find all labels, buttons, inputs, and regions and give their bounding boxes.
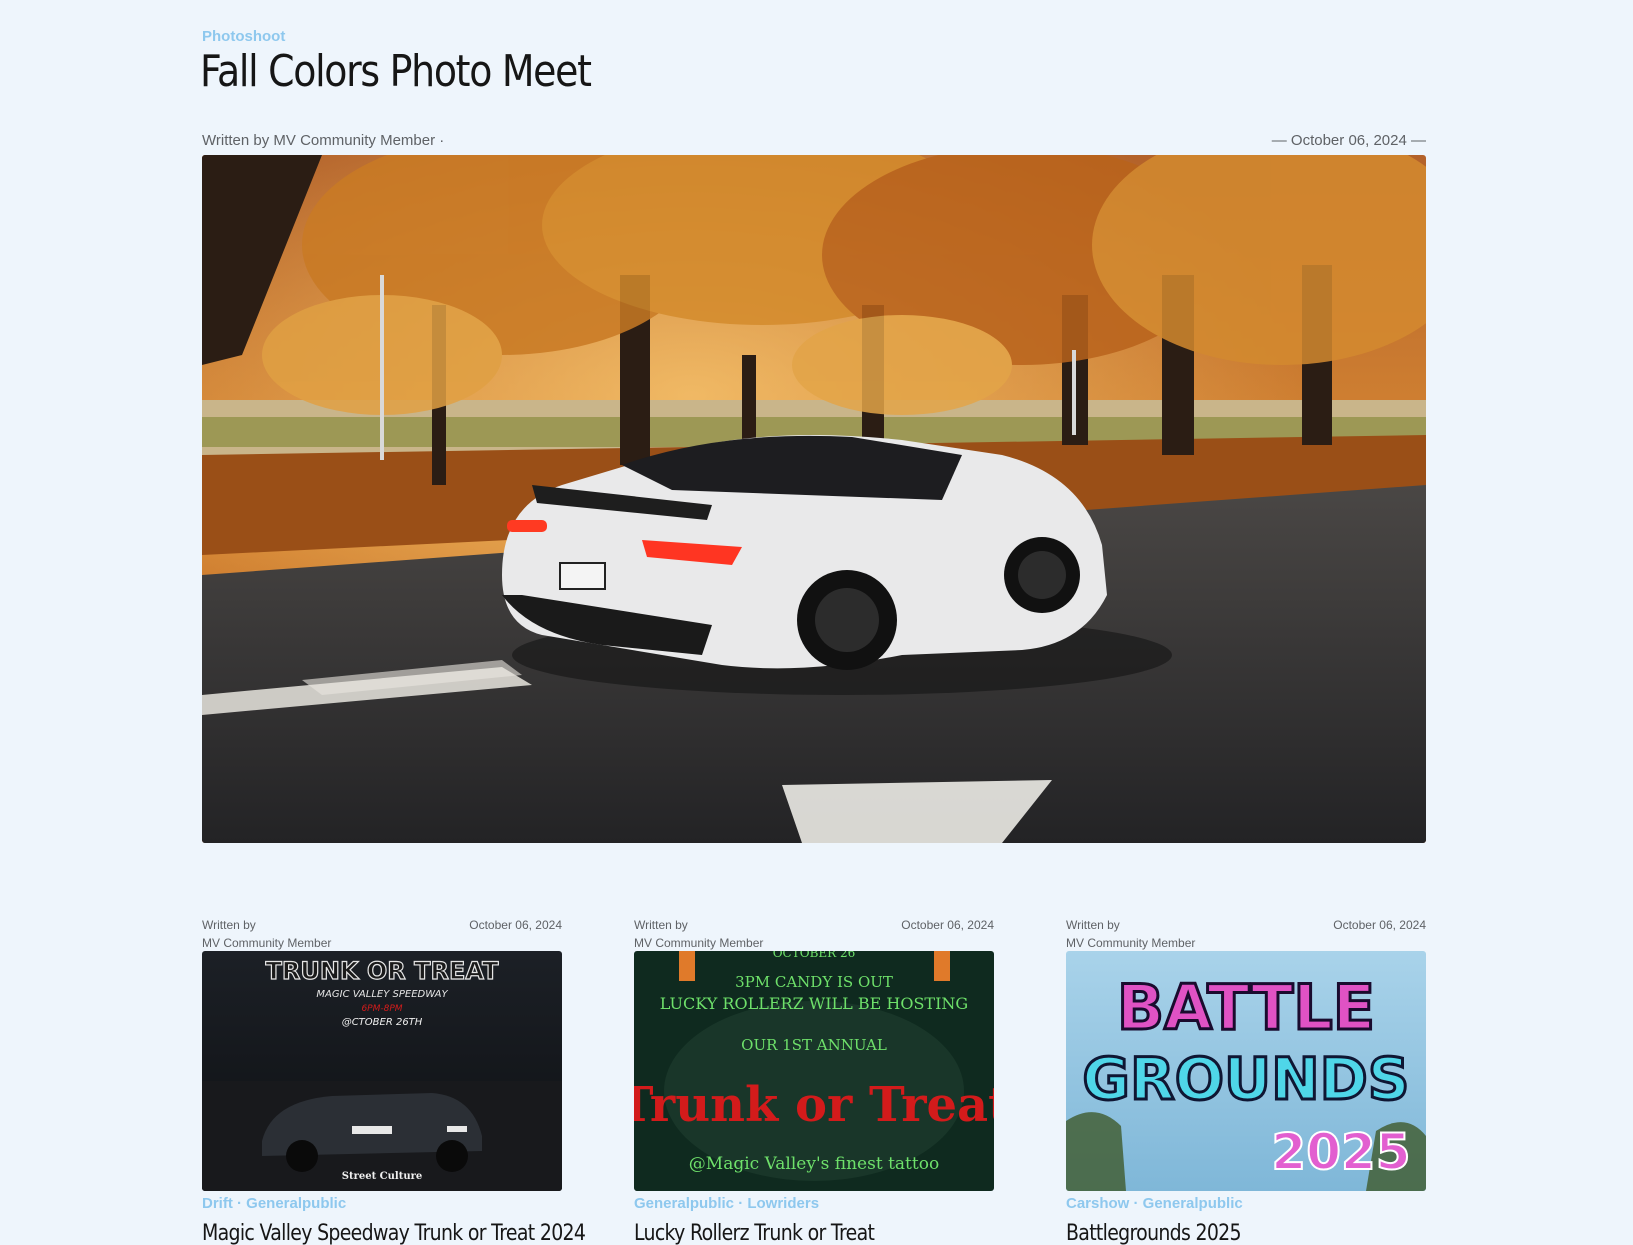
flyer-line-1: 3PM CANDY IS OUT xyxy=(735,973,893,991)
card-meta: Written by MV Community Member October 0… xyxy=(634,916,994,951)
flyer-line-3: OUR 1ST ANNUAL xyxy=(741,1036,887,1054)
card-date: October 06, 2024 xyxy=(1333,918,1426,932)
card-image-battlegrounds-logo[interactable]: BATTLE GROUNDS 2025 xyxy=(1066,951,1426,1191)
flyer-headline: Trunk or Treat xyxy=(634,1077,994,1133)
card-title[interactable]: Battlegrounds 2025 xyxy=(1066,1221,1376,1245)
post-date: — October 06, 2024 — xyxy=(1271,132,1426,149)
logo-line-1: BATTLE xyxy=(1117,971,1375,1044)
post-meta: Written by MV Community Member · — Octob… xyxy=(202,132,1426,149)
card-image-lucky-rollerz-flyer[interactable]: OCTOBER 26 3PM CANDY IS OUT LUCKY ROLLER… xyxy=(634,951,994,1191)
card-written-by: Written by xyxy=(1066,918,1120,932)
related-post-card[interactable]: Written by MV Community Member October 0… xyxy=(202,916,586,1245)
flyer-line-4: @Magic Valley's finest tattoo xyxy=(689,1154,939,1174)
card-title[interactable]: Lucky Rollerz Trunk or Treat xyxy=(634,1221,944,1245)
post-category-link[interactable]: Photoshoot xyxy=(202,28,285,45)
related-post-card[interactable]: Written by MV Community Member October 0… xyxy=(1066,916,1426,1245)
flyer-venue: MAGIC VALLEY SPEEDWAY xyxy=(316,989,448,1000)
card-tags[interactable]: Drift · Generalpublic xyxy=(202,1195,562,1215)
card-title[interactable]: Magic Valley Speedway Trunk or Treat 202… xyxy=(202,1221,586,1245)
related-posts: Written by MV Community Member October 0… xyxy=(202,916,1426,1245)
hero-image xyxy=(202,155,1426,843)
flyer-footer: Street Culture xyxy=(342,1171,422,1182)
flyer-line-2: LUCKY ROLLERZ WILL BE HOSTING xyxy=(660,994,968,1013)
card-written-by: Written by xyxy=(202,918,256,932)
card-date: October 06, 2024 xyxy=(469,918,562,932)
flyer-top-date: OCTOBER 26 xyxy=(773,951,856,960)
card-author: MV Community Member xyxy=(1066,936,1196,950)
card-written-by: Written by xyxy=(634,918,688,932)
article-page: Photoshoot Fall Colors Photo Meet Writte… xyxy=(0,0,1633,1245)
card-meta: Written by MV Community Member October 0… xyxy=(202,916,562,951)
card-tags[interactable]: Carshow · Generalpublic xyxy=(1066,1195,1426,1215)
flyer-headline: TRUNK OR TREAT xyxy=(266,957,500,985)
card-author: MV Community Member xyxy=(634,936,764,950)
page-title: Fall Colors Photo Meet xyxy=(200,46,592,97)
flyer-date: @CTOBER 26TH xyxy=(342,1017,423,1028)
logo-line-2: GROUNDS xyxy=(1082,1045,1409,1113)
post-byline: Written by MV Community Member · xyxy=(202,132,445,149)
card-tags[interactable]: Generalpublic · Lowriders xyxy=(634,1195,994,1215)
card-image-trunk-or-treat-flyer[interactable]: TRUNK OR TREAT MAGIC VALLEY SPEEDWAY 6PM… xyxy=(202,951,562,1191)
flyer-time: 6PM-8PM xyxy=(361,1004,402,1014)
logo-year: 2025 xyxy=(1271,1123,1410,1181)
card-meta: Written by MV Community Member October 0… xyxy=(1066,916,1426,951)
card-author: MV Community Member xyxy=(202,936,332,950)
card-date: October 06, 2024 xyxy=(901,918,994,932)
related-post-card[interactable]: Written by MV Community Member October 0… xyxy=(634,916,994,1245)
